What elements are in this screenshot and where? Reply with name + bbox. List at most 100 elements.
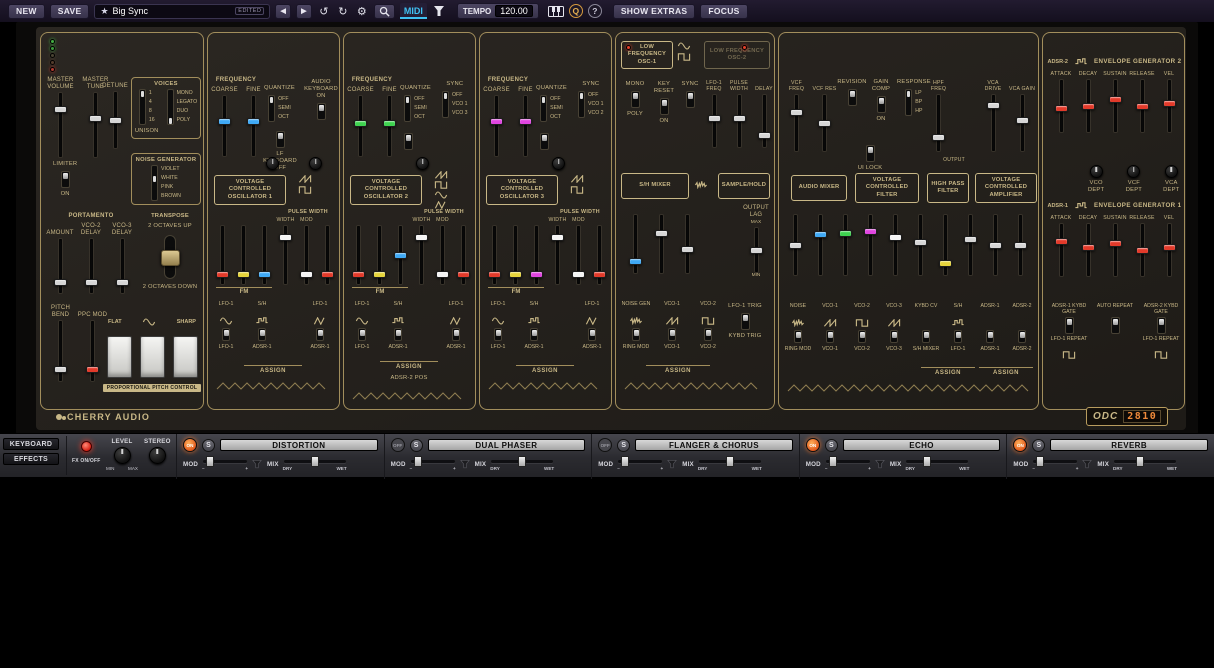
noise-type-selector[interactable]: VIOLETWHITEPINKBROWN [151,165,181,201]
slider[interactable]: COARSE [348,87,373,156]
route-switch[interactable] [668,328,676,341]
option-label[interactable]: MONO [177,89,198,98]
envelope-depth-knobs[interactable]: VCO DEPTVCF DEPTVCA DEPT [1083,165,1184,194]
mod-slider[interactable]: –+ [618,456,662,472]
vco3-keyboard-switch[interactable] [540,133,549,150]
mix-slider[interactable]: DRYWET [699,456,761,472]
option-switch[interactable] [540,95,547,122]
mod-assign-funnel-icon[interactable] [252,459,262,470]
voice-mode-selector[interactable]: MONOLEGATODUOPOLY [167,89,198,135]
route-switch[interactable] [222,328,230,341]
adsr2-gate-group[interactable]: ADSR-2 KYBD GATELFO-1 REPEAT [1139,303,1183,359]
route-switch[interactable] [922,330,930,343]
slider[interactable]: VCF RES [811,79,838,151]
slider[interactable] [858,213,883,275]
slider-cap[interactable] [54,106,67,113]
slider-track[interactable] [394,226,407,284]
option-knob[interactable] [169,118,172,124]
toggle-switch[interactable] [686,91,695,108]
option-label[interactable]: 8 [149,107,155,116]
slider-cap[interactable] [758,132,771,139]
slider[interactable] [484,217,505,284]
route-switch[interactable] [258,328,266,341]
toggle-knob[interactable] [828,332,833,338]
slider[interactable]: VCO-2 DELAY [76,223,106,293]
option-knob[interactable] [580,93,583,99]
toggle-switch[interactable] [631,91,640,108]
toggle-knob[interactable] [260,330,265,336]
slider-cap[interactable] [354,120,367,127]
slider-cap[interactable] [593,271,606,278]
mix-slider[interactable]: DRYWET [1114,456,1176,472]
slider[interactable]: DECAY [1075,215,1101,276]
tempo-value[interactable]: 120.00 [495,5,533,17]
slider-track[interactable] [790,95,803,151]
knob[interactable] [309,157,322,170]
key-reset-switch[interactable]: KEY RESETON [650,81,678,125]
route-switch[interactable] [394,328,402,341]
route-switch[interactable] [986,330,994,343]
option-label[interactable]: HP [915,107,922,116]
slider[interactable] [390,217,411,284]
slider-track[interactable] [109,92,122,148]
slider[interactable] [526,217,547,284]
slider-cap[interactable] [708,115,721,122]
slider-track[interactable] [1082,224,1095,276]
slider[interactable]: COARSE [212,87,237,156]
slider[interactable] [317,217,338,284]
focus-button[interactable]: FOCUS [700,4,747,19]
slider[interactable]: ATTACK [1048,215,1074,276]
tempo-control[interactable]: TEMPO 120.00 [457,3,539,19]
slider-track[interactable] [415,226,428,284]
slider-cap[interactable] [733,115,746,122]
slider[interactable] [808,213,833,275]
adsr1-gate-group[interactable]: ADSR-1 KYBD GATELFO-1 REPEAT [1047,303,1091,359]
option-switch[interactable] [139,89,146,125]
slider-track[interactable] [258,226,271,284]
toggle-switch[interactable] [660,98,669,115]
slider-cap[interactable] [814,231,827,238]
option-knob[interactable] [141,91,144,97]
option-label[interactable]: OFF [550,95,563,104]
mod-slider[interactable]: –+ [1033,456,1077,472]
slider-track[interactable] [708,95,721,147]
slider-track[interactable] [1163,224,1176,276]
knob[interactable]: VCF DEPT [1121,165,1146,194]
slider-track[interactable] [216,226,229,284]
slider[interactable]: WIDTH [275,217,296,284]
slider-cap[interactable] [530,271,543,278]
slider-cap[interactable] [383,120,396,127]
fx-solo-button[interactable]: S [202,439,215,452]
slider-cap[interactable] [109,117,122,124]
fx-onoff-led[interactable] [81,441,92,452]
slider-track[interactable] [490,96,503,156]
route-switch[interactable] [858,330,866,343]
slider-track[interactable] [551,226,564,284]
slider-track[interactable] [593,226,606,284]
zoom-button[interactable] [374,4,395,19]
slider-track[interactable] [247,96,260,156]
toggle-switch[interactable] [877,96,886,113]
slider-track[interactable] [750,228,763,272]
route-switch[interactable] [1018,330,1026,343]
slider[interactable]: ATTACK [1048,71,1074,132]
route-switch[interactable] [794,330,802,343]
slider-cap[interactable] [839,230,852,237]
mix-slider[interactable]: DRYWET [491,456,553,472]
toggle-switch[interactable] [866,145,875,162]
option-label[interactable]: 4 [149,98,155,107]
vco3-quantize-selector[interactable]: QUANTIZEOFFSEMIOCT [536,85,567,122]
slider-track[interactable] [889,215,902,275]
slider[interactable]: PITCH BEND [45,305,76,381]
slider-cap[interactable] [457,271,470,278]
level-knob[interactable] [114,447,131,464]
slider[interactable]: VCF FREQ [783,79,810,151]
knob[interactable]: VCO DEPT [1083,165,1109,194]
slider-track[interactable] [530,226,543,284]
option-switch[interactable] [268,95,275,122]
slider[interactable]: DETUNE [101,83,129,148]
toggle-knob[interactable] [868,147,873,153]
transpose-lever-group[interactable]: TRANSPOSE2 OCTAVES UP2 OCTAVES DOWN [141,213,199,291]
slider-track[interactable] [1109,80,1122,132]
slider-track[interactable] [519,96,532,156]
